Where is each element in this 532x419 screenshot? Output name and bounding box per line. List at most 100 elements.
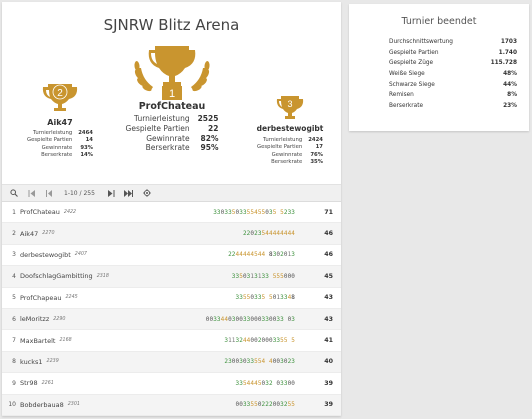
score-sheet: 3354445032 03300 xyxy=(235,379,295,387)
summary-row: Berserkrate 23% xyxy=(389,101,517,112)
score-sheet: 33033503355455035 5233 xyxy=(213,208,295,216)
player-name[interactable]: ProfChateau xyxy=(20,208,60,216)
tournament-summary-panel: Turnier beendet Durchschnittswertung 1703… xyxy=(349,4,529,131)
stat-value: 95% xyxy=(200,143,219,153)
table-row[interactable]: 8 kucks1 2239 23003033554 4003023 40 xyxy=(2,351,341,374)
table-row[interactable]: 5 ProfChapeau 2245 33550335 5013348 43 xyxy=(2,288,341,309)
stat-label: Berserkrate xyxy=(271,158,303,165)
summary-label: Gespielte Partien xyxy=(389,49,439,56)
table-row[interactable]: 6 leMoritzz 2290 003344030033000330033 03 43 xyxy=(2,308,341,331)
first-page-icon[interactable] xyxy=(26,187,38,199)
stat-value: 2464 xyxy=(78,130,93,136)
stat-label: Berserkrate xyxy=(145,143,190,153)
player-name[interactable]: Aik47 xyxy=(20,230,38,238)
podium-first: 1 ProfChateau Turnierleistung 2525 Gespie… xyxy=(112,40,232,153)
player-rating: 2239 xyxy=(46,359,59,365)
stat-label: Turnierleistung xyxy=(32,130,73,136)
player-rating: 2290 xyxy=(53,316,66,322)
svg-text:2: 2 xyxy=(57,88,63,99)
stat-value: 93% xyxy=(80,144,93,151)
stat-value: 17 xyxy=(315,144,323,151)
svg-text:3: 3 xyxy=(287,99,292,109)
table-row[interactable]: 4 DoofschlagGambitting 2318 3350313133 5550… xyxy=(2,266,341,288)
player-name[interactable]: DoofschlagGambitting xyxy=(20,272,93,280)
score-sheet: 33550335 5013348 xyxy=(235,294,295,302)
row-rank: 8 xyxy=(12,358,16,366)
player-name[interactable]: ProfChapeau xyxy=(20,294,61,302)
player-total: 45 xyxy=(324,272,333,280)
previous-page-icon[interactable] xyxy=(44,187,56,199)
player-rating: 2422 xyxy=(63,209,77,215)
stat-label: Gewinnrate xyxy=(146,133,190,143)
player-rating: 2270 xyxy=(42,231,55,237)
trophy-icon: 3 xyxy=(276,96,304,119)
player-name[interactable]: kucks1 xyxy=(20,358,43,366)
stat-label: Gewinnrate xyxy=(41,144,73,151)
player-name[interactable]: Str98 xyxy=(20,379,38,387)
table-row[interactable]: 2 Aik47 2270 22023544444444 46 xyxy=(2,223,341,245)
table-row[interactable]: 9 Str98 2261 3354445032 03300 39 xyxy=(2,373,341,395)
row-rank: 7 xyxy=(12,337,16,345)
podium-second: 2 Aik47 Turnierleistung 2464 Gespielte Pa… xyxy=(20,82,100,159)
summary-value: 48% xyxy=(503,71,517,78)
player-total: 39 xyxy=(324,379,333,387)
player-rating: 2168 xyxy=(59,338,72,344)
my-position-icon[interactable] xyxy=(141,187,153,199)
score-sheet: 2244444544 8302013 xyxy=(228,251,295,259)
player-rating: 2261 xyxy=(41,380,54,386)
stat-label: Gewinnrate xyxy=(271,151,303,158)
table-row[interactable]: 1 ProfChateau 2422 33033503355455035 5233 71 xyxy=(2,202,341,224)
row-rank: 1 xyxy=(12,208,16,216)
table-row[interactable]: 7 MaxBartelt 2168 31132440020003355 5 41 xyxy=(2,330,341,352)
summary-value: 1703 xyxy=(500,39,517,46)
summary-row: Gespielte Partien 1.740 xyxy=(389,48,517,59)
player-name[interactable]: derbestewogibt xyxy=(20,251,71,259)
stat-value: 2525 xyxy=(197,114,219,123)
stat-label: Turnierleistung xyxy=(262,137,303,143)
player-total: 43 xyxy=(324,294,333,302)
stat-value: 22 xyxy=(208,123,219,133)
summary-row: Durchschnittswertung 1703 xyxy=(389,37,517,48)
player-rating: 2301 xyxy=(67,402,80,408)
score-sheet: 23003033554 4003023 xyxy=(224,358,295,366)
arena-title: SJNRW Blitz Arena xyxy=(103,16,240,34)
summary-table: Durchschnittswertung 1703 Gespielte Partie… xyxy=(389,37,517,111)
search-icon[interactable] xyxy=(8,187,20,199)
player-name[interactable]: leMoritzz xyxy=(20,315,49,323)
player-rating: 2407 xyxy=(74,252,87,258)
podium-second-name[interactable]: Aik47 xyxy=(20,118,100,127)
trophy-icon: 1 xyxy=(134,46,210,100)
summary-label: Schwarze Siege xyxy=(389,81,435,88)
score-sheet: 3350313133 555000 xyxy=(231,272,295,280)
summary-value: 44% xyxy=(503,81,517,88)
stat-label: Gespielte Partien xyxy=(256,144,303,151)
player-name[interactable]: MaxBartelt xyxy=(20,337,55,345)
player-total: 41 xyxy=(324,337,333,345)
summary-title: Turnier beendet xyxy=(401,16,477,27)
summary-label: Gespielte Züge xyxy=(389,60,434,67)
score-sheet: 31132440020003355 5 xyxy=(224,337,295,345)
standings-toolbar: 1-10 / 255 xyxy=(2,184,341,202)
row-rank: 4 xyxy=(12,272,16,280)
table-row[interactable]: 10 Bobderbaua8 2301 0033550222003255 39 xyxy=(2,394,341,416)
player-rating: 2318 xyxy=(96,273,109,279)
summary-value: 115.728 xyxy=(490,60,517,67)
player-rating: 2245 xyxy=(65,295,78,301)
podium-third-name[interactable]: derbestewogibt xyxy=(248,124,332,133)
summary-label: Durchschnittswertung xyxy=(389,39,453,46)
stat-value: 14 xyxy=(85,137,93,144)
trophy-icon: 2 xyxy=(42,84,78,111)
next-page-icon[interactable] xyxy=(105,187,117,199)
stat-label: Gespielte Partien xyxy=(125,123,190,133)
last-page-icon[interactable] xyxy=(123,187,135,199)
summary-row: Weiße Siege 48% xyxy=(389,69,517,80)
player-total: 71 xyxy=(324,208,333,216)
table-row[interactable]: 3 derbestewogibt 2407 2244444544 8302013 46 xyxy=(2,245,341,267)
player-name[interactable]: Bobderbaua8 xyxy=(20,401,64,409)
summary-value: 8% xyxy=(507,92,517,99)
player-total: 43 xyxy=(324,315,333,323)
arena-panel: SJNRW Blitz Arena 1 ProfChateau Turnierl xyxy=(2,2,341,416)
podium-first-name[interactable]: ProfChateau xyxy=(112,101,232,112)
stat-label: Gespielte Partien xyxy=(26,137,73,144)
score-sheet: 0033550222003255 xyxy=(235,401,295,409)
